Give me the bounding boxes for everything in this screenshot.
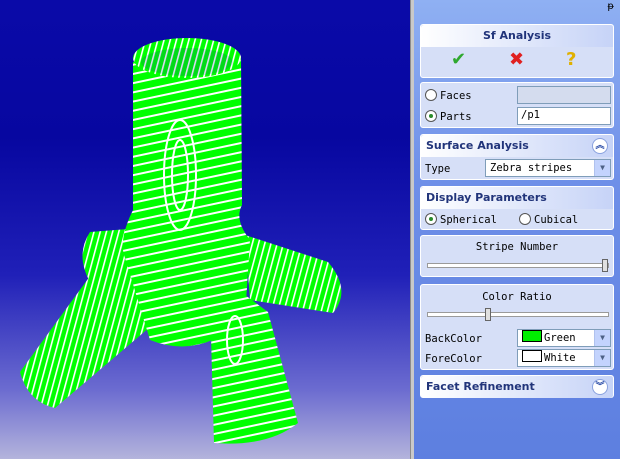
spherical-radio[interactable] — [425, 213, 437, 225]
stripe-number-thumb[interactable] — [602, 259, 608, 272]
help-button[interactable]: ? — [566, 49, 576, 70]
parts-option[interactable]: Parts — [425, 110, 472, 123]
parts-label: Parts — [440, 111, 472, 123]
selection-box: Faces Parts /p1 — [420, 82, 614, 128]
type-label: Type — [425, 163, 451, 175]
main-cylinder — [122, 56, 250, 347]
confirm-button[interactable]: ✔ — [451, 49, 466, 70]
facet-refinement-section: Facet Refinement ︾ — [420, 375, 614, 398]
color-ratio-thumb[interactable] — [485, 308, 492, 321]
fore-color-label: ForeColor — [425, 353, 482, 365]
fore-color-value: White — [544, 352, 576, 364]
cubical-label: Cubical — [534, 214, 579, 226]
spherical-option[interactable]: Spherical — [425, 213, 497, 226]
chevron-down-icon[interactable]: ▼ — [594, 330, 610, 346]
type-select[interactable]: Zebra stripes ▼ — [485, 159, 611, 177]
expand-icon[interactable]: ︾ — [592, 379, 608, 395]
back-color-swatch — [522, 330, 542, 342]
back-color-value: Green — [544, 332, 576, 344]
cancel-button[interactable]: ✖ — [509, 49, 524, 70]
color-ratio-label: Color Ratio — [482, 291, 552, 303]
stripe-number-slider[interactable] — [427, 259, 609, 272]
faces-label: Faces — [440, 90, 472, 102]
parts-field[interactable]: /p1 — [517, 107, 611, 125]
stripe-number-box: Stripe Number — [420, 235, 614, 277]
display-parameters-header[interactable]: Display Parameters — [421, 187, 613, 209]
back-color-select[interactable]: Green ▼ — [517, 329, 611, 347]
3d-viewport[interactable] — [0, 0, 410, 459]
color-ratio-slider[interactable] — [427, 308, 609, 321]
surface-analysis-section: Surface Analysis ︽ Type Zebra stripes ▼ — [420, 134, 614, 180]
cubical-radio[interactable] — [519, 213, 531, 225]
chevron-down-icon[interactable]: ▼ — [594, 160, 610, 176]
pin-icon[interactable]: ᵽ — [607, 1, 614, 12]
faces-radio[interactable] — [425, 89, 437, 101]
title-box: Sf Analysis ✔ ✖ ? — [420, 24, 614, 78]
right-arm — [245, 235, 342, 313]
facet-refinement-header[interactable]: Facet Refinement ︾ — [421, 376, 613, 398]
spherical-label: Spherical — [440, 214, 497, 226]
panel-title: Sf Analysis — [421, 25, 613, 47]
stripe-number-label: Stripe Number — [475, 241, 559, 253]
sf-analysis-panel: ᵽ Sf Analysis ✔ ✖ ? Faces Parts /p1 Surf… — [414, 0, 620, 459]
type-value: Zebra stripes — [490, 162, 573, 174]
faces-option[interactable]: Faces — [425, 89, 472, 102]
faces-field[interactable] — [517, 86, 611, 104]
fore-color-select[interactable]: White ▼ — [517, 349, 611, 367]
parts-radio[interactable] — [425, 110, 437, 122]
cubical-option[interactable]: Cubical — [519, 213, 578, 226]
chevron-down-icon[interactable]: ▼ — [594, 350, 610, 366]
surface-analysis-title: Surface Analysis — [426, 139, 529, 152]
zebra-model — [20, 38, 342, 444]
back-color-label: BackColor — [425, 333, 482, 345]
display-parameters-section: Display Parameters Spherical Cubical — [420, 186, 614, 230]
facet-refinement-title: Facet Refinement — [426, 380, 535, 393]
fore-color-swatch — [522, 350, 542, 362]
collapse-icon[interactable]: ︽ — [592, 138, 608, 154]
surface-analysis-header[interactable]: Surface Analysis ︽ — [421, 135, 613, 157]
color-ratio-box: Color Ratio BackColor Green ▼ ForeColor … — [420, 284, 614, 370]
